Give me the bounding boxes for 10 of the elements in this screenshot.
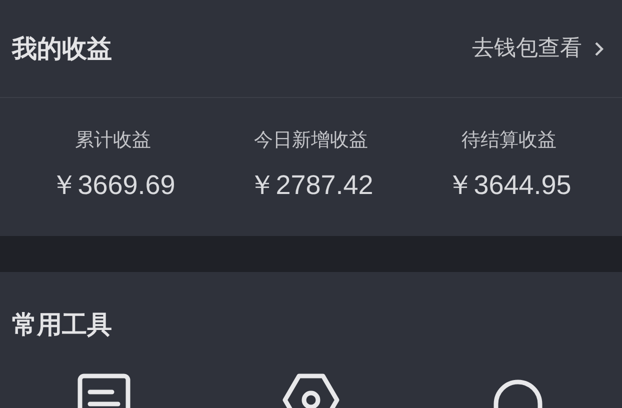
section-title: 我的收益 (12, 32, 112, 65)
wallet-link[interactable]: 去钱包查看 (472, 32, 610, 65)
stat-value: ￥3644.95 (446, 168, 572, 202)
stat-value: ￥3669.69 (50, 168, 176, 202)
stat-value: ￥2787.42 (248, 168, 374, 202)
section-title: 常用工具 (12, 310, 112, 339)
stat-label: 待结算收益 (462, 128, 556, 153)
chevron-right-icon (594, 40, 604, 56)
stat-label: 今日新增收益 (254, 128, 368, 153)
stat-label: 累计收益 (75, 128, 151, 153)
